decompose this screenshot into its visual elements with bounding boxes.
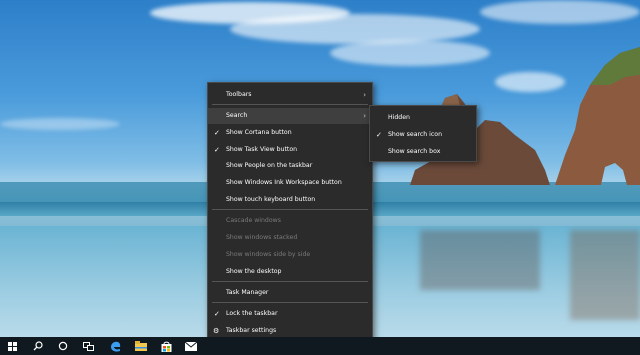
cortana-icon[interactable] [53, 337, 73, 355]
search-submenu: Hidden ✓ Show search icon Show search box [369, 105, 477, 162]
submenu-item-label: Hidden [388, 114, 410, 121]
menu-item-show-touch-keyboard[interactable]: Show touch keyboard button [208, 192, 372, 208]
menu-item-label: Show the desktop [226, 268, 282, 275]
menu-item-show-desktop[interactable]: Show the desktop [208, 264, 372, 280]
menu-item-task-manager[interactable]: Task Manager [208, 285, 372, 301]
menu-item-lock-taskbar[interactable]: ✓ Lock the taskbar [208, 306, 372, 322]
submenu-item-label: Show search icon [388, 131, 443, 138]
chevron-right-icon: › [363, 91, 366, 99]
submenu-item-show-search-icon[interactable]: ✓ Show search icon [370, 127, 476, 143]
menu-item-toolbars[interactable]: Toolbars › [208, 87, 372, 103]
menu-item-show-ink-workspace[interactable]: Show Windows Ink Workspace button [208, 175, 372, 191]
menu-item-label: Show Windows Ink Workspace button [226, 179, 342, 186]
checkmark-icon: ✓ [214, 129, 220, 137]
menu-item-label: Taskbar settings [226, 327, 277, 334]
submenu-item-show-search-box[interactable]: Show search box [370, 144, 476, 160]
rock-arch-right [555, 47, 640, 185]
chevron-right-icon: › [363, 112, 366, 120]
menu-item-search[interactable]: Search › [208, 108, 372, 124]
menu-item-label: Show People on the taskbar [226, 162, 313, 169]
menu-item-label: Toolbars [226, 91, 252, 98]
menu-item-label: Show touch keyboard button [226, 196, 316, 203]
edge-browser-icon[interactable] [105, 337, 125, 355]
menu-item-label: Search [226, 112, 248, 119]
menu-item-show-people[interactable]: Show People on the taskbar [208, 158, 372, 174]
menu-item-label: Lock the taskbar [226, 310, 278, 317]
taskbar-context-menu: Toolbars › Search › ✓ Show Cortana button ✓ Sho… [207, 82, 373, 342]
menu-item-label: Show Cortana button [226, 129, 292, 136]
menu-item-show-stacked: Show windows stacked [208, 230, 372, 246]
menu-item-label: Task Manager [226, 289, 269, 296]
taskbar[interactable] [0, 337, 640, 355]
windows-start-icon[interactable] [2, 337, 22, 355]
checkmark-icon: ✓ [214, 310, 220, 318]
submenu-item-hidden[interactable]: Hidden [370, 110, 476, 126]
checkmark-icon: ✓ [376, 131, 382, 139]
submenu-item-label: Show search box [388, 148, 441, 155]
menu-separator [212, 302, 368, 303]
task-view-icon[interactable] [78, 337, 98, 355]
menu-separator [212, 209, 368, 210]
menu-item-label: Show windows stacked [226, 234, 298, 241]
menu-item-label: Cascade windows [226, 217, 281, 224]
file-explorer-icon[interactable] [131, 337, 151, 355]
menu-item-cascade-windows: Cascade windows [208, 213, 372, 229]
store-icon[interactable] [156, 337, 176, 355]
menu-item-label: Show Task View button [226, 146, 298, 153]
menu-separator [212, 104, 368, 105]
checkmark-icon: ✓ [214, 146, 220, 154]
menu-item-side-by-side: Show windows side by side [208, 247, 372, 263]
menu-item-label: Show windows side by side [226, 251, 311, 258]
menu-item-show-task-view[interactable]: ✓ Show Task View button [208, 142, 372, 158]
menu-separator [212, 281, 368, 282]
menu-item-show-cortana[interactable]: ✓ Show Cortana button [208, 125, 372, 141]
search-icon[interactable] [28, 337, 48, 355]
mail-icon[interactable] [181, 337, 201, 355]
